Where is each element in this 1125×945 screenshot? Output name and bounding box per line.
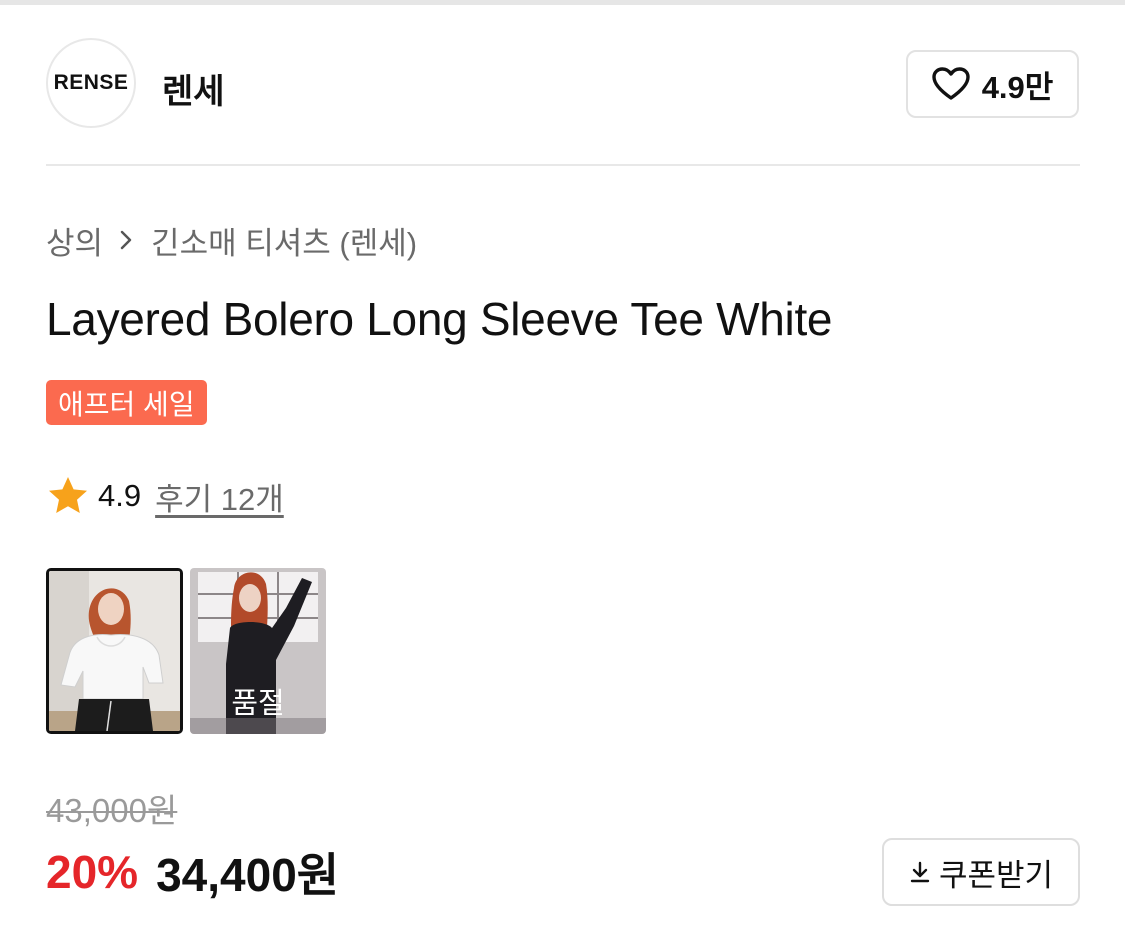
brand-logo[interactable]: RENSE bbox=[46, 38, 136, 128]
coupon-download-button[interactable]: 쿠폰받기 bbox=[882, 838, 1080, 906]
like-button[interactable]: 4.9만 bbox=[906, 50, 1079, 118]
discount-rate: 20% bbox=[46, 846, 139, 898]
sale-badge: 애프터 세일 bbox=[46, 380, 207, 425]
thumbnail-black-tee[interactable]: 품절 bbox=[190, 568, 326, 734]
breadcrumb-category[interactable]: 상의 bbox=[46, 218, 103, 263]
product-title: Layered Bolero Long Sleeve Tee White bbox=[46, 293, 833, 345]
download-icon bbox=[910, 861, 930, 883]
rating-summary: 4.9 후기 12개 bbox=[46, 474, 284, 518]
like-count: 4.9만 bbox=[981, 69, 1054, 105]
review-link[interactable]: 후기 12개 bbox=[155, 474, 284, 519]
brand-header: RENSE 렌세 4.9만 bbox=[46, 38, 1080, 130]
section-divider bbox=[46, 164, 1080, 166]
white-tee-model-photo bbox=[49, 571, 180, 731]
sale-price: 34,400원 bbox=[156, 849, 340, 901]
breadcrumb-subcategory[interactable]: 긴소매 티셔츠 (렌세) bbox=[151, 218, 417, 263]
original-price: 43,000원 bbox=[46, 792, 178, 829]
coupon-button-label: 쿠폰받기 bbox=[938, 857, 1054, 893]
star-icon bbox=[49, 477, 87, 513]
price-row: 20% 34,400원 bbox=[46, 842, 339, 902]
brand-logo-text: RENSE bbox=[53, 71, 129, 94]
breadcrumb: 상의 긴소매 티셔츠 (렌세) bbox=[46, 218, 417, 262]
brand-name[interactable]: 렌세 bbox=[162, 64, 225, 113]
thumbnail-white-tee[interactable] bbox=[46, 568, 183, 734]
chevron-right-icon bbox=[119, 229, 133, 251]
sold-out-label: 품절 bbox=[231, 688, 285, 720]
rating-value: 4.9 bbox=[98, 478, 142, 513]
heart-icon bbox=[931, 67, 970, 100]
top-divider bbox=[0, 0, 1125, 5]
